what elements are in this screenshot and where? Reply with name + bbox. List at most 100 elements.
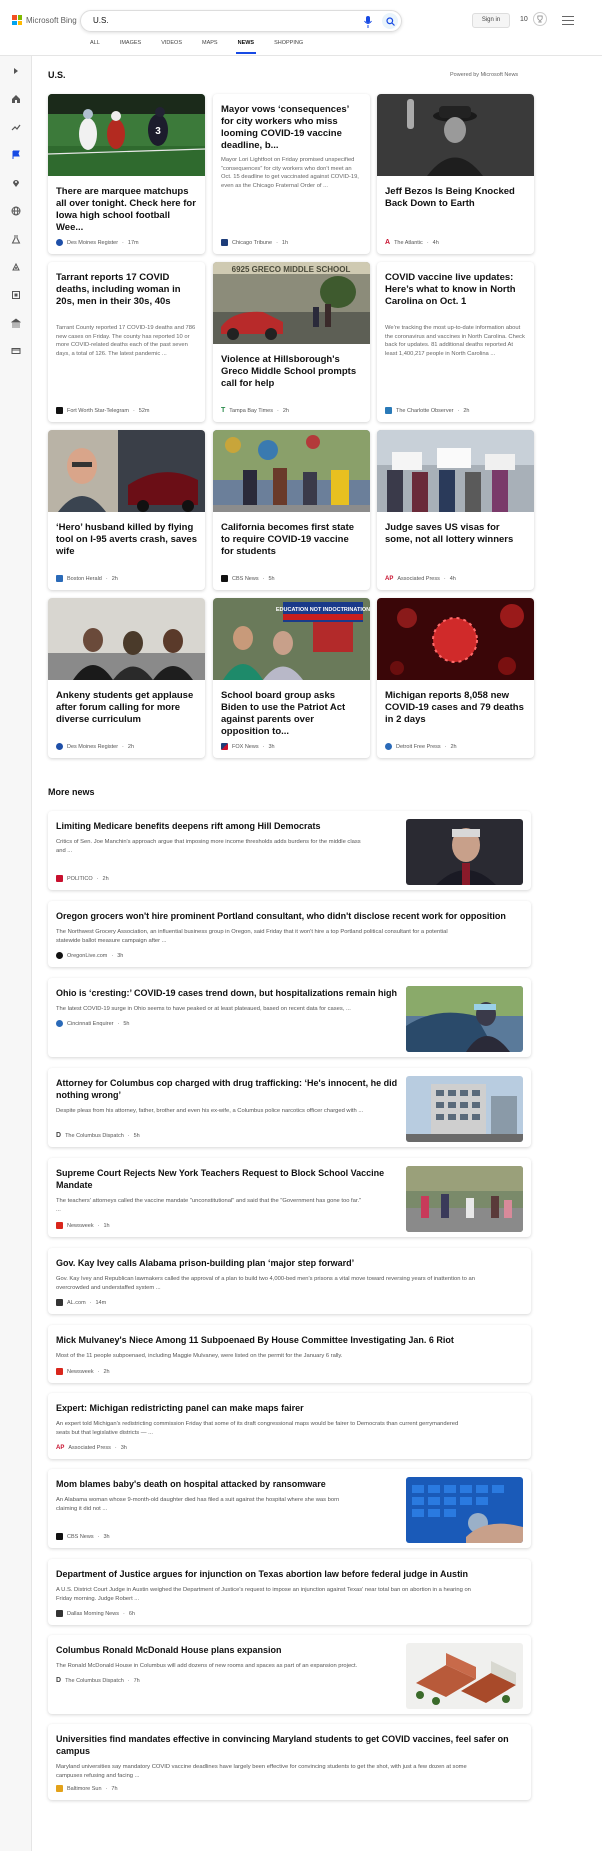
time-ago: 5h: [133, 1132, 140, 1139]
news-title[interactable]: Mick Mulvaney's Niece Among 11 Subpoenae…: [56, 1334, 454, 1346]
news-source: Baltimore Sun · 7h: [56, 1785, 118, 1792]
news-card[interactable]: Mayor vows ‘consequences’ for city worke…: [213, 94, 370, 254]
separator: ·: [132, 407, 135, 414]
news-title[interactable]: Limiting Medicare benefits deepens rift …: [56, 820, 321, 832]
news-card[interactable]: COVID vaccine live updates: Here’s what …: [377, 262, 534, 422]
news-title[interactable]: Universities find mandates effective in …: [56, 1733, 509, 1757]
bing-logo[interactable]: Microsoft Bing: [12, 15, 77, 25]
news-row[interactable]: Oregon grocers won't hire prominent Port…: [48, 901, 531, 967]
trending-icon[interactable]: [11, 122, 21, 132]
us-flag-icon[interactable]: [11, 150, 21, 160]
news-title[interactable]: Supreme Court Rejects New York Teachers …: [56, 1167, 384, 1191]
time-ago: 3h: [268, 743, 275, 750]
money-icon[interactable]: [11, 346, 21, 356]
science-icon[interactable]: [11, 234, 21, 244]
search-input[interactable]: U.S.: [93, 16, 109, 25]
tab-videos[interactable]: VIDEOS: [151, 40, 192, 54]
news-card[interactable]: Michigan reports 8,058 new COVID-19 case…: [377, 598, 534, 758]
entertainment-icon[interactable]: [11, 290, 21, 300]
snippet-line: The Ronald McDonald House in Columbus wi…: [56, 1663, 358, 1669]
time-ago: 2h: [282, 407, 289, 414]
globe-icon[interactable]: [11, 206, 21, 216]
snippet-line: seats but that legislative districts — .…: [56, 1429, 153, 1436]
news-card[interactable]: Ankeny students get applause after forum…: [48, 598, 205, 758]
microphone-icon[interactable]: [363, 16, 373, 28]
local-pin-icon[interactable]: [11, 178, 21, 188]
time-ago: 17m: [127, 239, 139, 246]
manchin-photo: [406, 819, 523, 885]
hamburger-menu-icon[interactable]: [562, 16, 574, 28]
powered-by[interactable]: Powered by Microsoft News: [450, 72, 518, 78]
card-title[interactable]: Judge saves US visas for some, not all l…: [385, 522, 526, 546]
card-title[interactable]: ‘Hero’ husband killed by flying tool on …: [56, 522, 197, 558]
title-line: Mandate: [56, 1180, 93, 1190]
snippet-line: Gov. Kay Ivey and Republican lawmakers c…: [56, 1276, 475, 1282]
news-title[interactable]: Expert: Michigan redistricting panel can…: [56, 1402, 304, 1414]
tab-news[interactable]: NEWS: [228, 40, 265, 54]
title-line: campus: [56, 1746, 91, 1756]
rewards-trophy-icon[interactable]: [533, 12, 547, 26]
tab-maps[interactable]: MAPS: [192, 40, 228, 54]
source-name: Chicago Tribune: [232, 239, 273, 246]
source-name: POLITICO: [67, 875, 93, 882]
tab-shopping[interactable]: SHOPPING: [264, 40, 313, 54]
news-row[interactable]: Department of Justice argues for injunct…: [48, 1559, 531, 1625]
tab-all[interactable]: ALL: [80, 40, 110, 54]
news-row[interactable]: Mick Mulvaney's Niece Among 11 Subpoenae…: [48, 1325, 531, 1383]
news-title[interactable]: Attorney for Columbus cop charged with d…: [56, 1077, 397, 1101]
snippet-line: and ...: [56, 847, 73, 854]
search-button[interactable]: [382, 13, 398, 29]
home-icon[interactable]: [11, 94, 21, 104]
search-box[interactable]: U.S.: [80, 10, 402, 32]
news-card[interactable]: EDUCATION NOT INDOCTRINATION School boar…: [213, 598, 370, 758]
news-title[interactable]: Columbus Ronald McDonald House plans exp…: [56, 1644, 282, 1656]
news-card[interactable]: California becomes first state to requir…: [213, 430, 370, 590]
snippet-line: statewide ballot measure campaign after …: [56, 937, 167, 944]
source-logo-icon: [385, 743, 392, 750]
news-card[interactable]: Tarrant reports 17 COVID deaths, includi…: [48, 262, 205, 422]
news-card[interactable]: ‘Hero’ husband killed by flying tool on …: [48, 430, 205, 590]
separator: ·: [105, 1785, 108, 1792]
news-card[interactable]: Judge saves US visas for some, not all l…: [377, 430, 534, 590]
separator: ·: [457, 407, 460, 414]
card-title[interactable]: California becomes first state to requir…: [221, 522, 362, 558]
card-title[interactable]: Violence at Hillsborough's Greco Middle …: [221, 354, 362, 390]
news-row[interactable]: Limiting Medicare benefits deepens rift …: [48, 811, 531, 890]
news-row[interactable]: Universities find mandates effective in …: [48, 1724, 531, 1800]
card-title[interactable]: There are marquee matchups all over toni…: [56, 186, 197, 234]
rewards-points[interactable]: 10: [520, 16, 528, 23]
news-row[interactable]: Gov. Kay Ivey calls Alabama prison-build…: [48, 1248, 531, 1314]
news-row[interactable]: Supreme Court Rejects New York Teachers …: [48, 1158, 531, 1237]
logo-text: Microsoft Bing: [26, 15, 77, 25]
card-title[interactable]: Mayor vows ‘consequences’ for city worke…: [221, 104, 362, 152]
card-title[interactable]: Michigan reports 8,058 new COVID-19 case…: [385, 690, 526, 726]
card-title[interactable]: Jeff Bezos Is Being Knocked Back Down to…: [385, 186, 526, 210]
news-row[interactable]: Attorney for Columbus cop charged with d…: [48, 1068, 531, 1147]
sign-in-button[interactable]: Sign in: [472, 13, 510, 28]
news-row[interactable]: Mom blames baby's death on hospital atta…: [48, 1469, 531, 1548]
news-row[interactable]: Columbus Ronald McDonald House plans exp…: [48, 1635, 531, 1714]
news-title[interactable]: Department of Justice argues for injunct…: [56, 1568, 468, 1580]
card-title[interactable]: School board group asks Biden to use the…: [221, 690, 362, 738]
tab-images[interactable]: IMAGES: [110, 40, 151, 54]
expand-icon[interactable]: [11, 66, 21, 76]
snippet-line: Maryland universities say mandatory COVI…: [56, 1764, 467, 1770]
card-source: T Tampa Bay Times · 2h: [221, 407, 289, 414]
news-card[interactable]: 6925 GRECO MIDDLE SCHOOL Violence at Hil…: [213, 262, 370, 422]
news-title[interactable]: Gov. Kay Ivey calls Alabama prison-build…: [56, 1257, 354, 1269]
news-row[interactable]: Ohio is ‘cresting:’ COVID-19 cases trend…: [48, 978, 531, 1057]
news-card[interactable]: 3 There are marquee matchups all over to…: [48, 94, 205, 254]
title-line: Universities find mandates effective in …: [56, 1734, 509, 1744]
news-title[interactable]: Oregon grocers won't hire prominent Port…: [56, 910, 506, 922]
card-title[interactable]: Ankeny students get applause after forum…: [56, 690, 197, 726]
news-card[interactable]: Jeff Bezos Is Being Knocked Back Down to…: [377, 94, 534, 254]
source-logo-icon: [221, 743, 228, 750]
card-title[interactable]: COVID vaccine live updates: Here’s what …: [385, 272, 526, 308]
politics-icon[interactable]: [11, 318, 21, 328]
news-row[interactable]: Expert: Michigan redistricting panel can…: [48, 1393, 531, 1459]
card-title[interactable]: Tarrant reports 17 COVID deaths, includi…: [56, 272, 197, 308]
news-title[interactable]: Ohio is ‘cresting:’ COVID-19 cases trend…: [56, 987, 397, 999]
technology-icon[interactable]: [11, 262, 21, 272]
card-snippet: Tarrant County reported 17 COVID-19 deat…: [56, 325, 196, 357]
news-title[interactable]: Mom blames baby's death on hospital atta…: [56, 1478, 326, 1490]
